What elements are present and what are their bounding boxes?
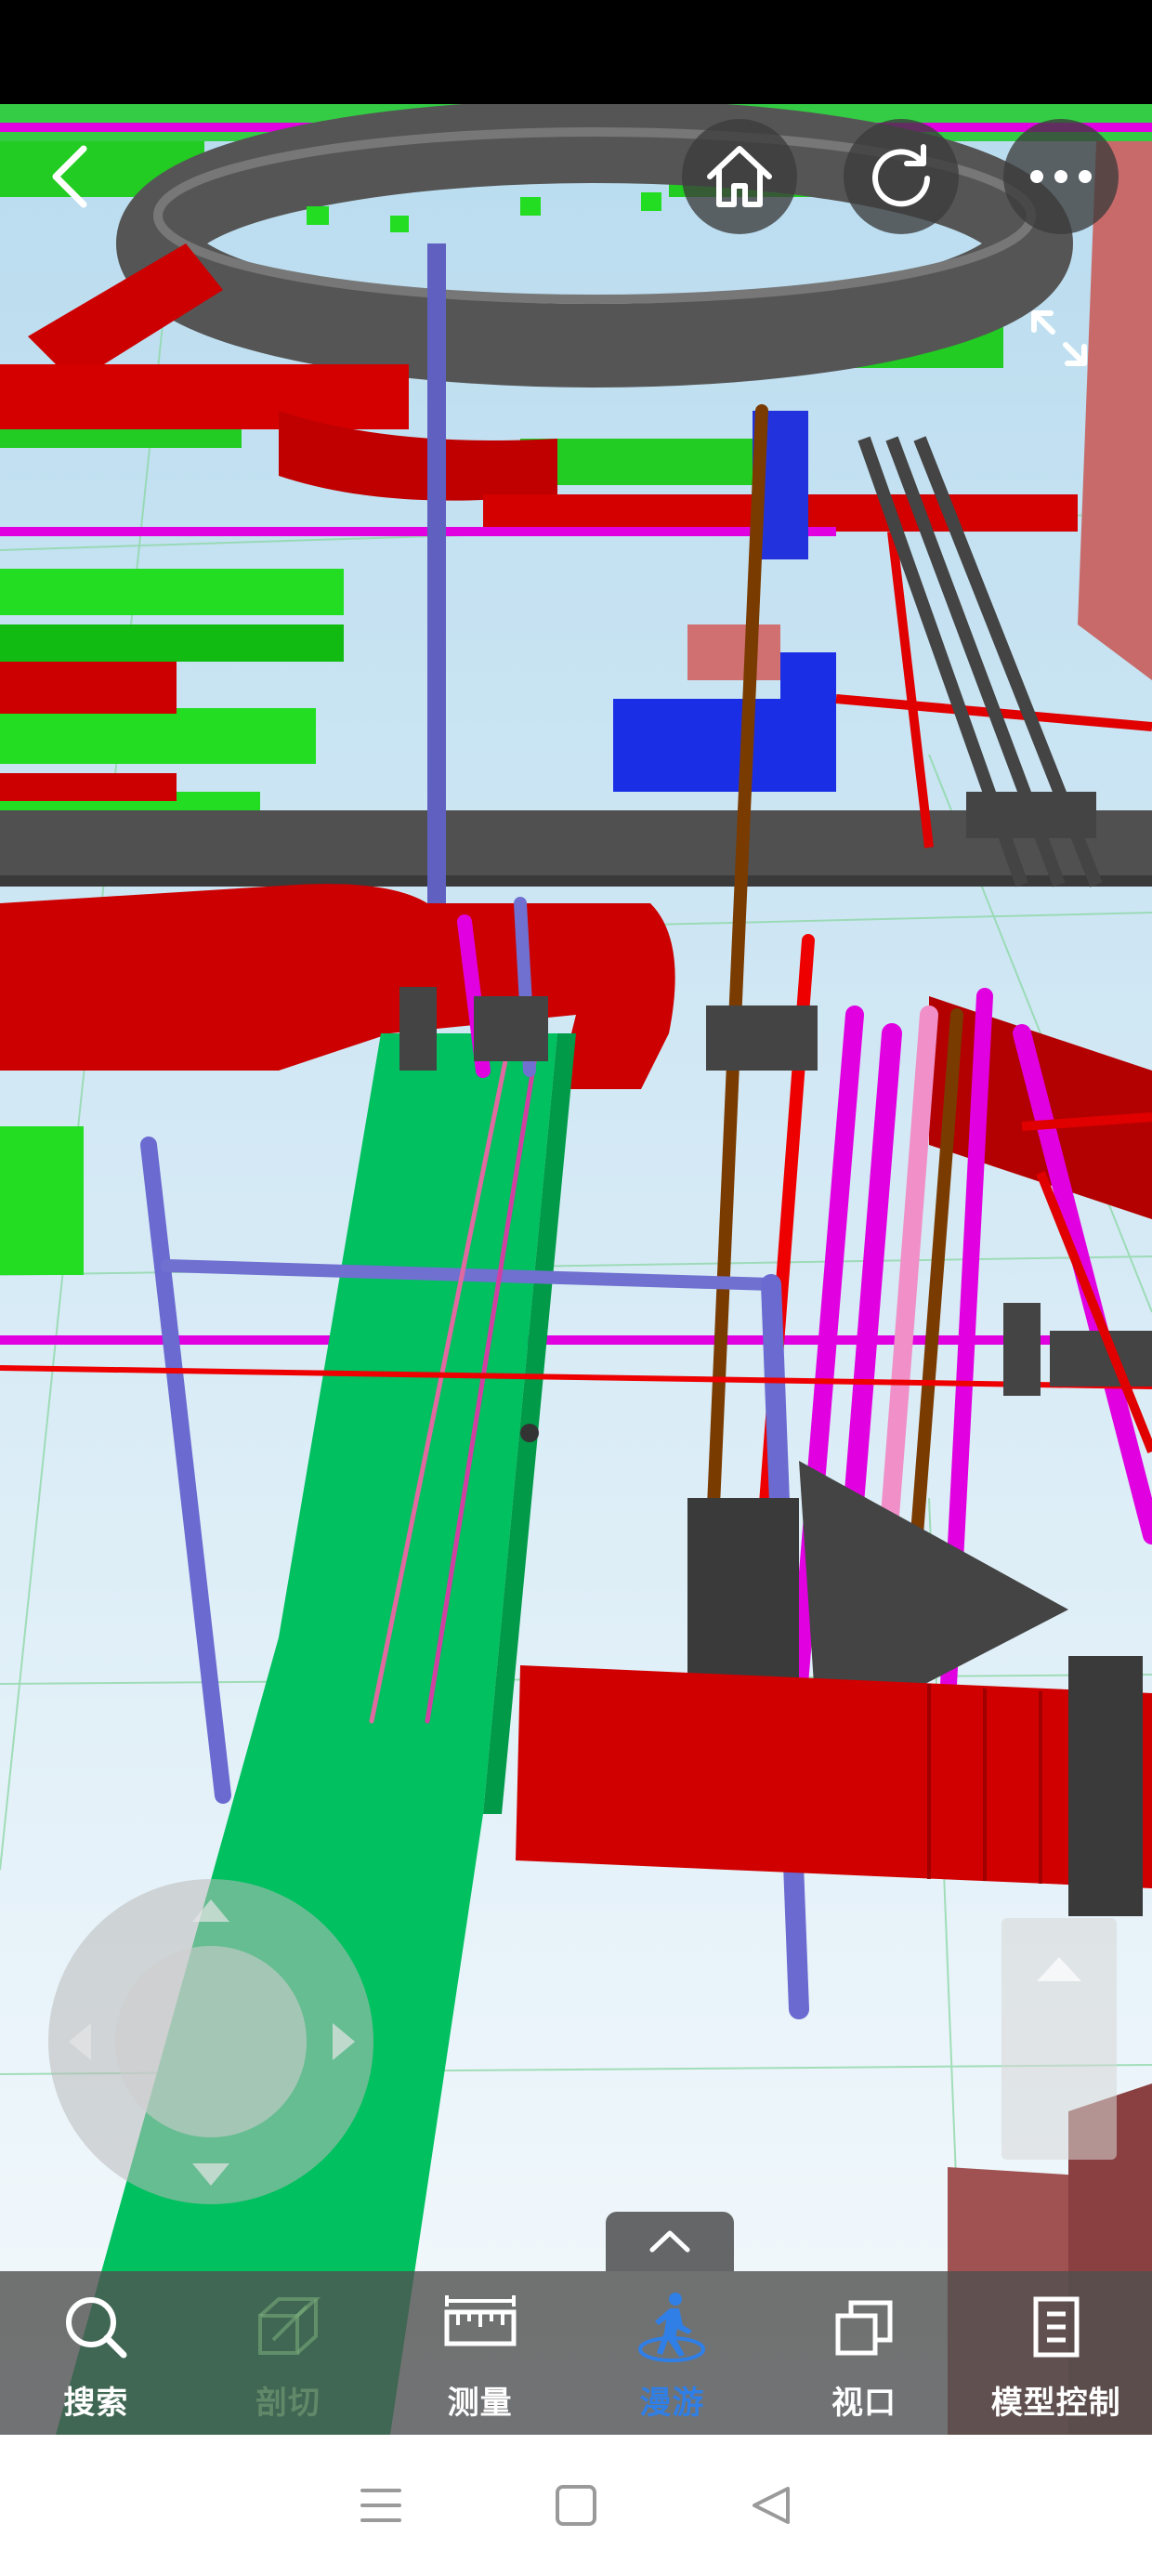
- tool-measure[interactable]: 测量: [384, 2271, 576, 2435]
- tool-model-control-label: 模型控制: [990, 2385, 1121, 2422]
- joystick-right-arrow: [333, 2023, 355, 2060]
- tool-section-label: 剖切: [255, 2385, 321, 2422]
- recent-apps-button[interactable]: [283, 2459, 478, 2552]
- home-nav-button[interactable]: [478, 2459, 674, 2552]
- refresh-icon: [872, 144, 930, 207]
- tool-model-control[interactable]: 模型控制: [960, 2271, 1152, 2435]
- walk-icon: [638, 2293, 706, 2362]
- back-button[interactable]: [28, 130, 111, 223]
- home-icon: [707, 146, 772, 207]
- section-box-icon: [258, 2297, 321, 2355]
- tool-search[interactable]: 搜索: [0, 2271, 192, 2435]
- joystick-down-arrow: [192, 2163, 229, 2186]
- slider-up-arrow[interactable]: [1037, 1957, 1081, 1981]
- elevation-slider[interactable]: [1001, 1918, 1117, 2160]
- system-nav-bar: [0, 2435, 1152, 2576]
- tool-viewport[interactable]: 视口: [768, 2271, 961, 2435]
- menu-icon: [360, 2489, 401, 2522]
- refresh-button[interactable]: [844, 119, 959, 234]
- walk-joystick[interactable]: [48, 1879, 373, 2204]
- bottom-toolbar: 搜索 剖切 测量 漫游 视口 模型控制: [0, 2271, 1152, 2435]
- tool-section[interactable]: 剖切: [192, 2271, 385, 2435]
- back-triangle-icon: [753, 2487, 790, 2524]
- ruler-icon: [444, 2295, 517, 2346]
- home-button[interactable]: [682, 119, 797, 234]
- expand-icon: [1031, 310, 1087, 366]
- model-control-icon: [1033, 2296, 1080, 2358]
- joystick-knob[interactable]: [115, 1946, 307, 2137]
- tool-viewport-label: 视口: [831, 2385, 897, 2422]
- joystick-up-arrow: [192, 1899, 229, 1922]
- search-icon: [66, 2297, 127, 2359]
- back-icon: [52, 145, 87, 208]
- back-nav-button[interactable]: [674, 2459, 869, 2552]
- more-button[interactable]: [1003, 119, 1119, 234]
- status-bar: [0, 0, 1152, 104]
- joystick-left-arrow: [69, 2023, 91, 2060]
- more-icon: [1030, 170, 1092, 183]
- tool-walk[interactable]: 漫游: [576, 2271, 768, 2435]
- tool-walk-label: 漫游: [639, 2385, 705, 2422]
- toolbar-expand-toggle[interactable]: [606, 2212, 734, 2271]
- tool-measure-label: 测量: [447, 2385, 513, 2422]
- viewport-icon: [835, 2300, 893, 2356]
- fullscreen-button[interactable]: [1001, 281, 1117, 396]
- tool-search-label: 搜索: [63, 2385, 129, 2422]
- home-square-icon: [556, 2485, 596, 2526]
- chevron-up-icon: [649, 2230, 690, 2253]
